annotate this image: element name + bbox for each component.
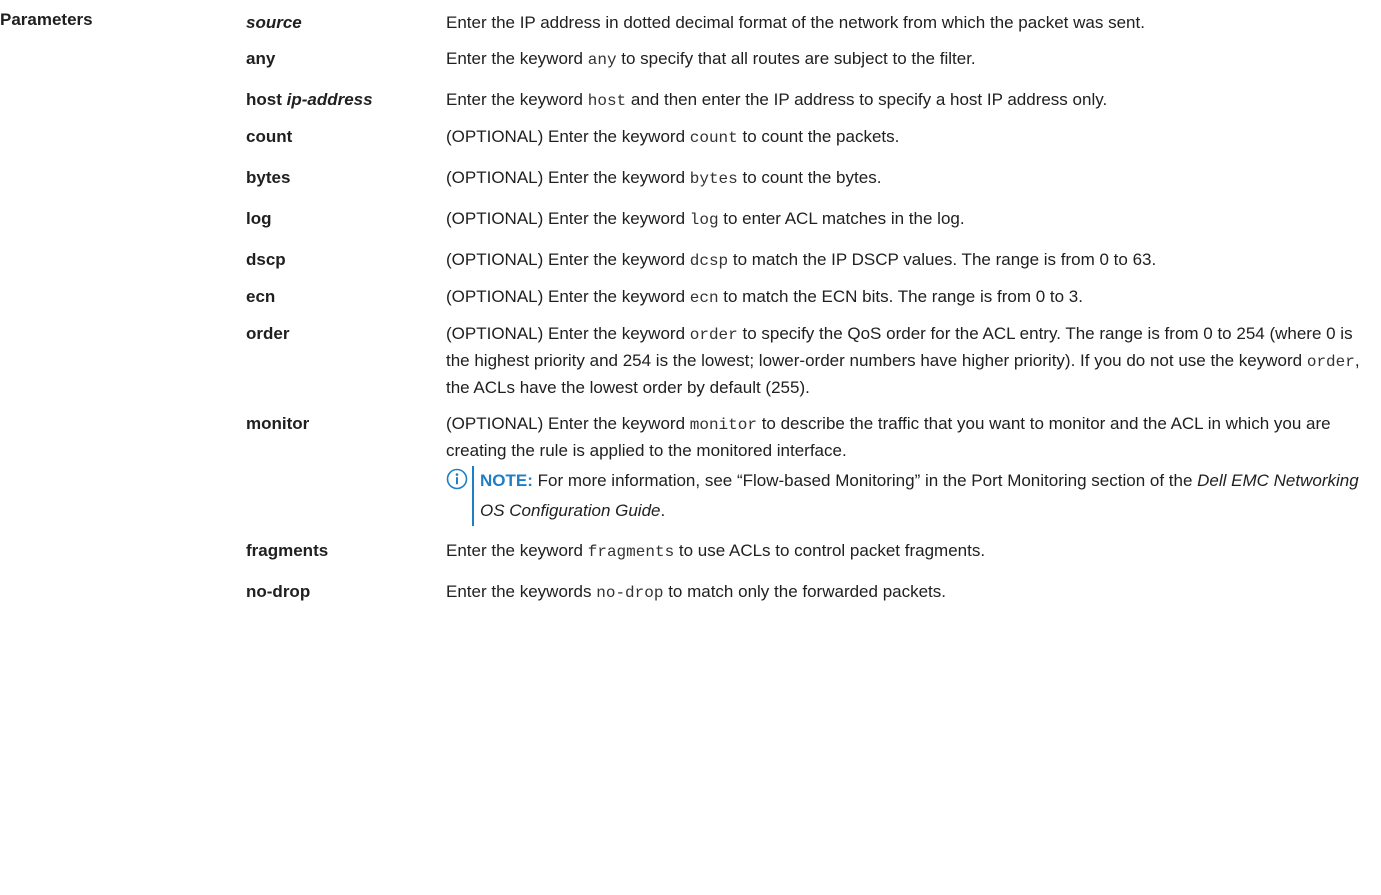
note-callout: NOTE: For more information, see “Flow-ba… <box>446 466 1376 526</box>
param-term: count <box>246 127 293 146</box>
param-description: (OPTIONAL) Enter the keyword dcsp to mat… <box>446 250 1157 270</box>
keyword-code: order <box>1306 353 1355 371</box>
param-term: bytes <box>246 168 291 187</box>
param-row-ecn: ecn (OPTIONAL) Enter the keyword ecn to … <box>246 284 1376 311</box>
param-term: monitor <box>246 414 310 433</box>
param-description: Enter the keyword fragments to use ACLs … <box>446 541 986 561</box>
keyword-code: host <box>587 92 627 110</box>
param-description: (OPTIONAL) Enter the keyword count to co… <box>446 127 900 147</box>
param-description: (OPTIONAL) Enter the keyword monitor to … <box>446 411 1376 526</box>
param-term: no-drop <box>246 582 311 601</box>
keyword-code: log <box>689 211 719 229</box>
note-body: NOTE: For more information, see “Flow-ba… <box>472 466 1376 526</box>
keyword-code: bytes <box>689 170 738 188</box>
param-row-fragments: fragments Enter the keyword fragments to… <box>246 538 1376 565</box>
param-description: Enter the IP address in dotted decimal f… <box>446 13 1145 32</box>
param-row-no-drop: no-drop Enter the keywords no-drop to ma… <box>246 579 1376 606</box>
param-term: any <box>246 49 276 68</box>
info-circle-icon <box>446 468 468 490</box>
keyword-code: dcsp <box>689 252 729 270</box>
keyword-code: any <box>587 51 617 69</box>
param-row-any: any Enter the keyword any to specify tha… <box>246 46 1376 73</box>
param-row-host: host ip-address Enter the keyword host a… <box>246 87 1376 114</box>
section-label-parameters: Parameters <box>0 10 93 29</box>
param-description: Enter the keyword any to specify that al… <box>446 49 976 69</box>
param-term: log <box>246 209 272 228</box>
keyword-code: ecn <box>689 289 719 307</box>
param-description: (OPTIONAL) Enter the keyword bytes to co… <box>446 168 882 188</box>
keyword-code: no-drop <box>596 584 664 602</box>
param-description: (OPTIONAL) Enter the keyword log to ente… <box>446 209 965 229</box>
param-row-monitor: monitor (OPTIONAL) Enter the keyword mon… <box>246 411 1376 526</box>
param-term: dscp <box>246 250 286 269</box>
param-row-bytes: bytes (OPTIONAL) Enter the keyword bytes… <box>246 165 1376 192</box>
note-label: NOTE: <box>480 471 533 490</box>
keyword-code: fragments <box>587 543 675 561</box>
keyword-code: monitor <box>689 416 757 434</box>
param-term: order <box>246 324 290 343</box>
keyword-code: count <box>689 129 738 147</box>
keyword-code: order <box>689 326 738 344</box>
param-term: ecn <box>246 287 276 306</box>
param-description: (OPTIONAL) Enter the keyword ecn to matc… <box>446 287 1083 307</box>
param-term: source <box>246 13 302 32</box>
param-row-source: source Enter the IP address in dotted de… <box>246 10 1376 36</box>
param-term: host ip-address <box>246 90 373 109</box>
param-row-order: order (OPTIONAL) Enter the keyword order… <box>246 321 1376 401</box>
param-row-log: log (OPTIONAL) Enter the keyword log to … <box>246 206 1376 233</box>
parameters-list: source Enter the IP address in dotted de… <box>246 10 1376 606</box>
param-description: (OPTIONAL) Enter the keyword order to sp… <box>446 324 1360 397</box>
param-row-dscp: dscp (OPTIONAL) Enter the keyword dcsp t… <box>246 247 1376 274</box>
param-description: Enter the keyword host and then enter th… <box>446 90 1108 110</box>
param-description: Enter the keywords no-drop to match only… <box>446 582 947 602</box>
param-term: fragments <box>246 541 329 560</box>
param-row-count: count (OPTIONAL) Enter the keyword count… <box>246 124 1376 151</box>
